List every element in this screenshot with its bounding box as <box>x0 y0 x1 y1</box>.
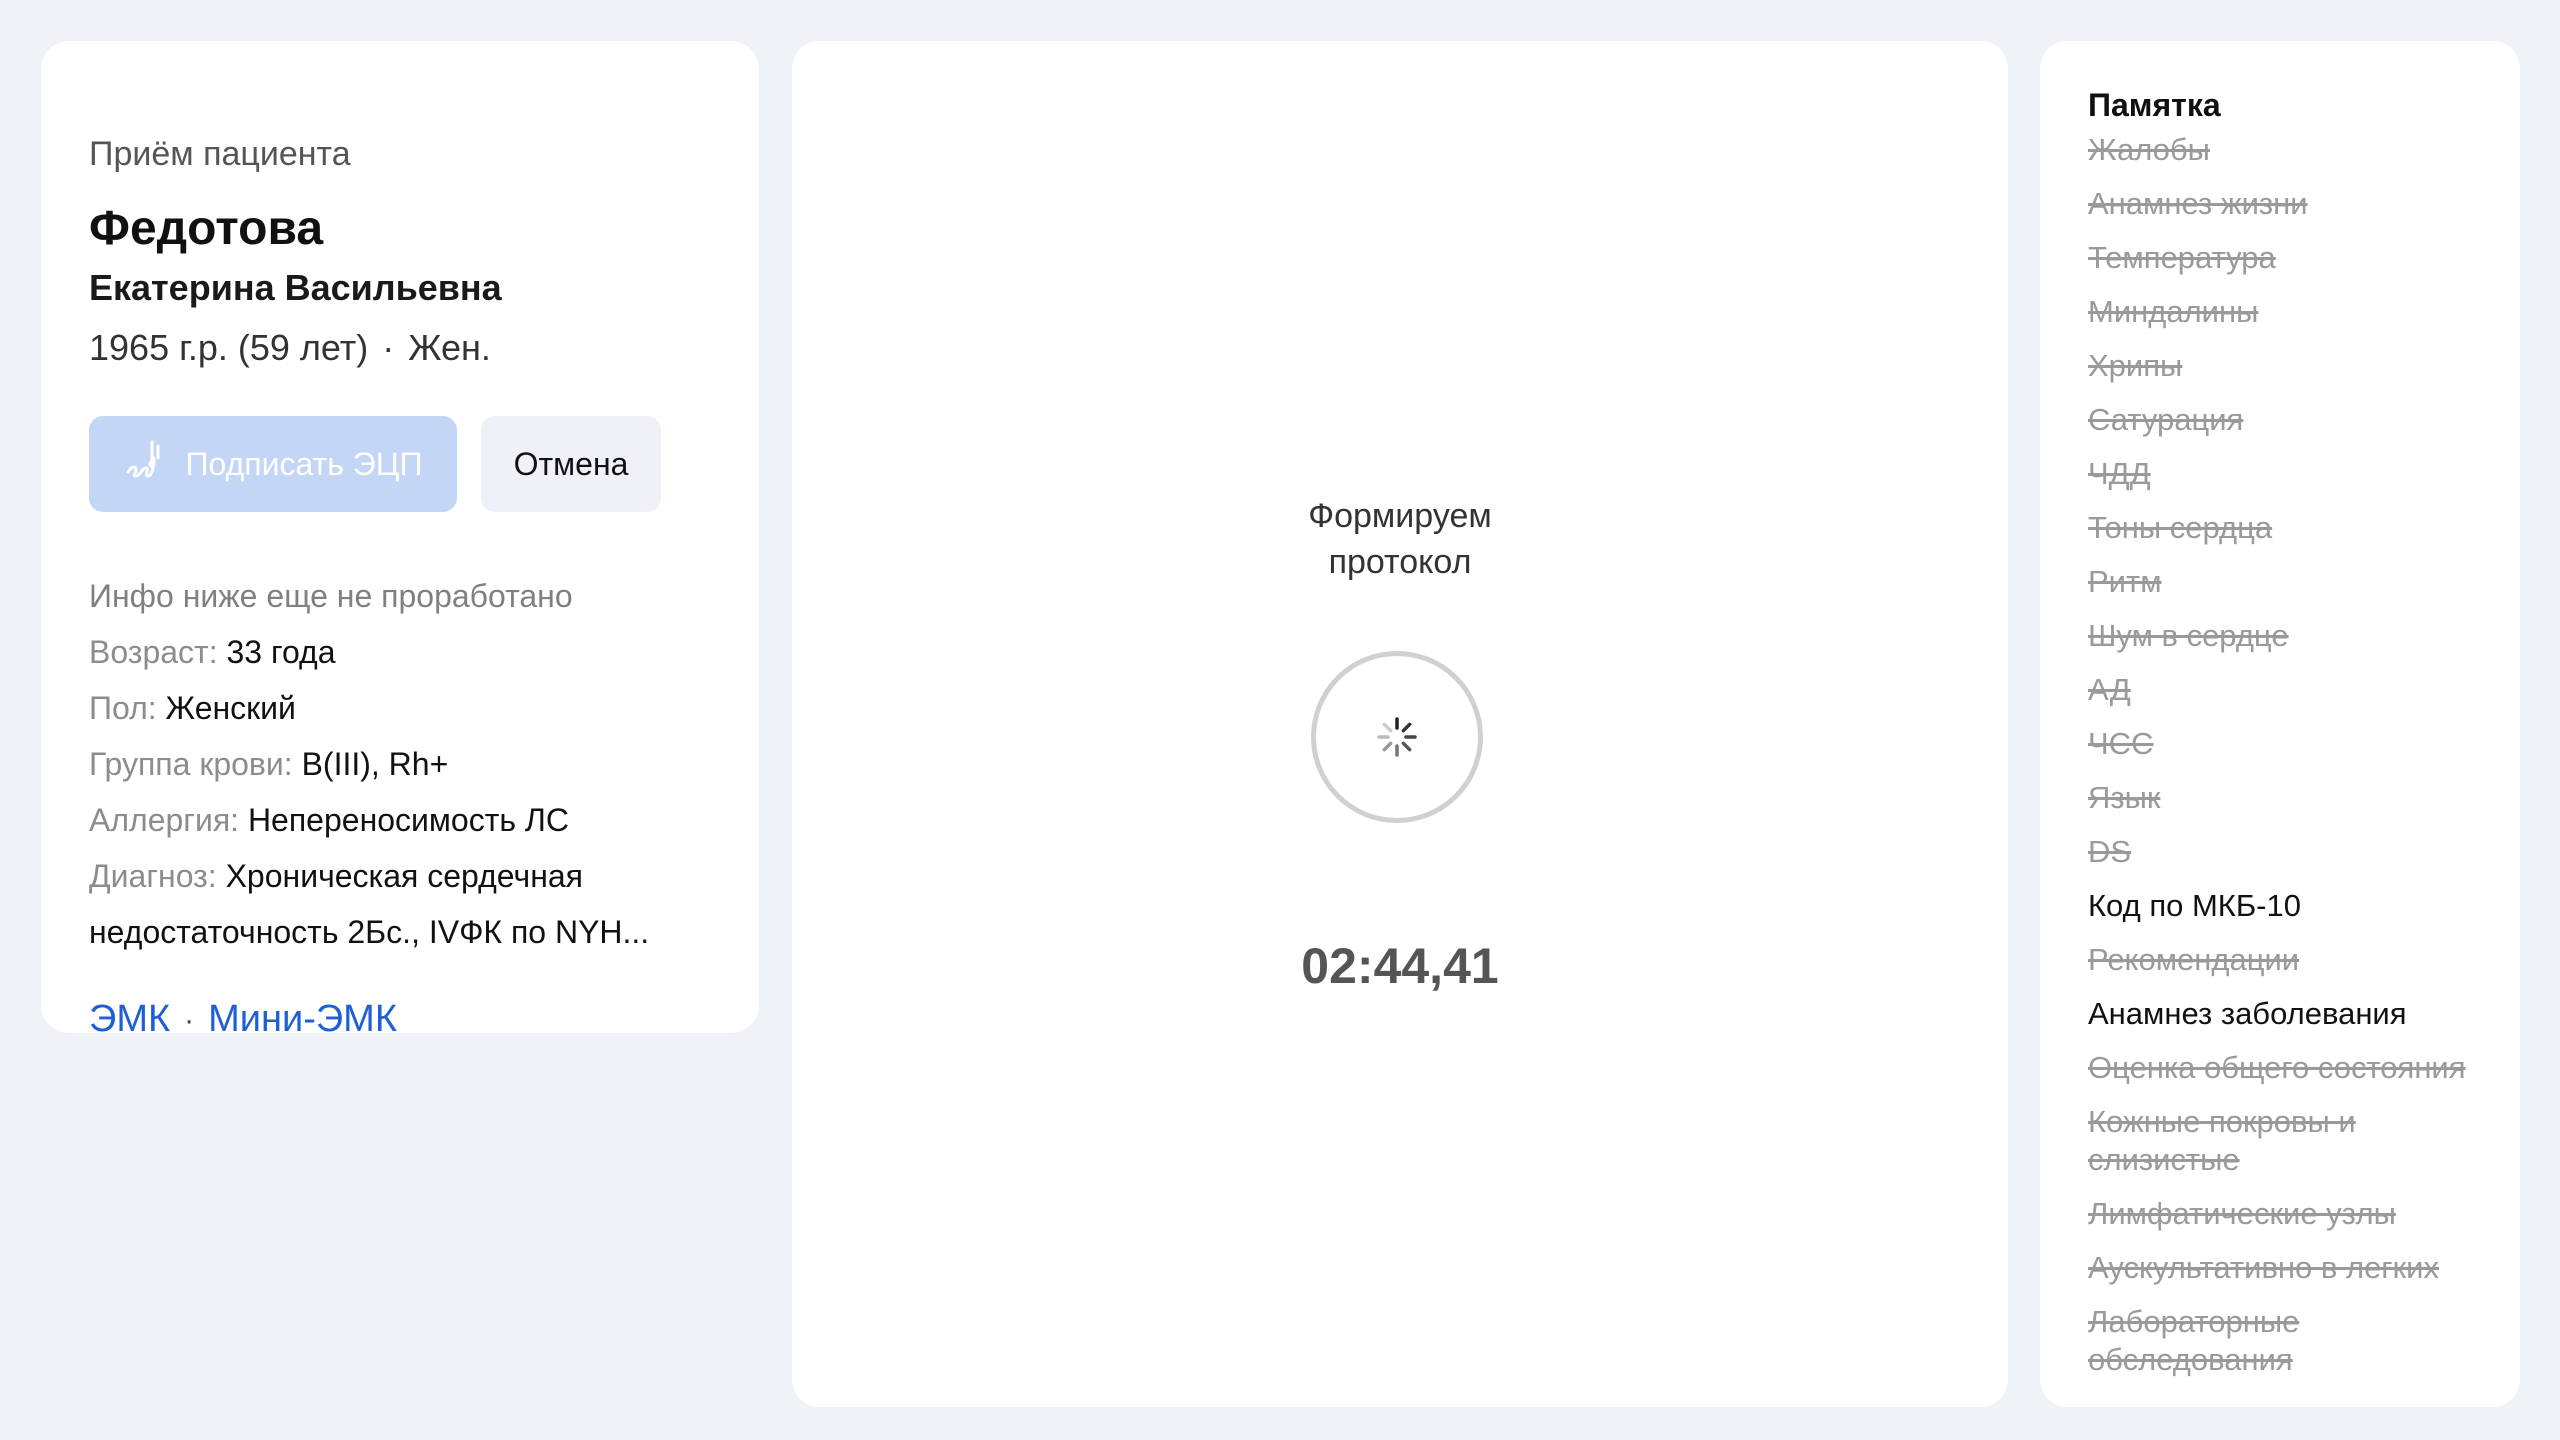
separator-dot: · <box>382 327 395 368</box>
memo-item: Кожные покровы и слизистые <box>2088 1104 2356 1177</box>
allergy-label: Аллергия: <box>89 802 240 838</box>
memo-item: Шум в сердце <box>2088 618 2289 653</box>
cancel-button[interactable]: Отмена <box>481 416 661 512</box>
loading-spinner-icon <box>1377 717 1417 757</box>
memo-title: Памятка <box>2088 87 2221 123</box>
diagnosis-label: Диагноз: <box>89 858 217 894</box>
patient-birth-info: 1965 г.р. (59 лет) · Жен. <box>89 330 711 366</box>
memo-item: Оценка общего состояния <box>2088 1050 2466 1085</box>
memo-item: DS <box>2088 834 2132 869</box>
memo-item: Тоны сердца <box>2088 510 2273 545</box>
blood-group-value: B(III), Rh+ <box>301 746 449 782</box>
signature-icon <box>124 438 168 490</box>
patient-sex-short: Жен. <box>408 327 491 368</box>
protocol-panel: Формируем протокол 02:44,41 <box>792 41 2008 1407</box>
status-line-1: Формируем <box>1308 497 1492 535</box>
memo-item: Лимфатические узлы <box>2088 1196 2396 1231</box>
mini-emk-link[interactable]: Мини-ЭМК <box>208 998 397 1040</box>
allergy-row: Аллергия: Непереносимость ЛС <box>89 792 711 848</box>
action-buttons: Подписать ЭЦП Отмена <box>89 416 711 512</box>
loading-spinner <box>1311 651 1483 823</box>
patient-given-names: Екатерина Васильевна <box>89 267 502 308</box>
memo-item: Аускультативно в легких <box>2088 1250 2439 1285</box>
memo-item: Хрипы <box>2088 348 2183 383</box>
patient-card: Приём пациента Федотова Екатерина Василь… <box>41 41 759 1038</box>
memo-checklist: Жалобы Анамнез жизни Температура Миндалины Х… <box>2088 131 2478 1379</box>
blood-group-label: Группа крови: <box>89 746 293 782</box>
patient-info-list: Инфо ниже еще не проработано Возраст: 33… <box>89 568 711 960</box>
age-row: Возраст: 33 года <box>89 624 711 680</box>
patient-surname: Федотова <box>89 202 324 255</box>
sex-value: Женский <box>165 690 296 726</box>
blood-group-row: Группа крови: B(III), Rh+ <box>89 736 711 792</box>
allergy-value: Непереносимость ЛС <box>247 802 570 838</box>
age-label: Возраст: <box>89 634 218 670</box>
elapsed-timer: 02:44,41 <box>1301 938 1499 994</box>
age-value: 33 года <box>226 634 336 670</box>
diagnosis-row: Диагноз: Хроническая сердечная недостато… <box>89 848 711 960</box>
protocol-status: Формируем протокол <box>792 493 2008 585</box>
status-line-2: протокол <box>1328 543 1472 581</box>
memo-item: Код по МКБ-10 <box>2088 888 2301 923</box>
sign-button-label: Подписать ЭЦП <box>185 445 423 482</box>
memo-item: Язык <box>2088 780 2161 815</box>
memo-item: Сатурация <box>2088 402 2244 437</box>
birth-year: 1965 г.р. (59 лет) <box>89 327 369 368</box>
emk-link[interactable]: ЭМК <box>89 998 170 1040</box>
reception-header: Приём пациента <box>89 135 351 173</box>
memo-item: Анамнез жизни <box>2088 186 2308 221</box>
record-links: ЭМК · Мини-ЭМК <box>89 1000 711 1038</box>
memo-item: ЧСС <box>2088 726 2154 761</box>
sign-ecp-button[interactable]: Подписать ЭЦП <box>89 416 457 512</box>
memo-item: Лабораторные обследования <box>2088 1304 2300 1377</box>
memo-panel: Памятка Жалобы Анамнез жизни Температура Ми… <box>2040 41 2520 1407</box>
memo-item: Миндалины <box>2088 294 2259 329</box>
sex-row: Пол: Женский <box>89 680 711 736</box>
memo-item: ЧДД <box>2088 456 2151 491</box>
memo-item: Температура <box>2088 240 2276 275</box>
memo-item: Жалобы <box>2088 132 2210 167</box>
separator-dot: · <box>184 1003 195 1037</box>
memo-item: Анамнез заболевания <box>2088 996 2407 1031</box>
sex-label: Пол: <box>89 690 157 726</box>
memo-item: Ритм <box>2088 564 2162 599</box>
memo-item: АД <box>2088 672 2131 707</box>
info-note: Инфо ниже еще не проработано <box>89 578 573 614</box>
memo-item: Рекомендации <box>2088 942 2300 977</box>
